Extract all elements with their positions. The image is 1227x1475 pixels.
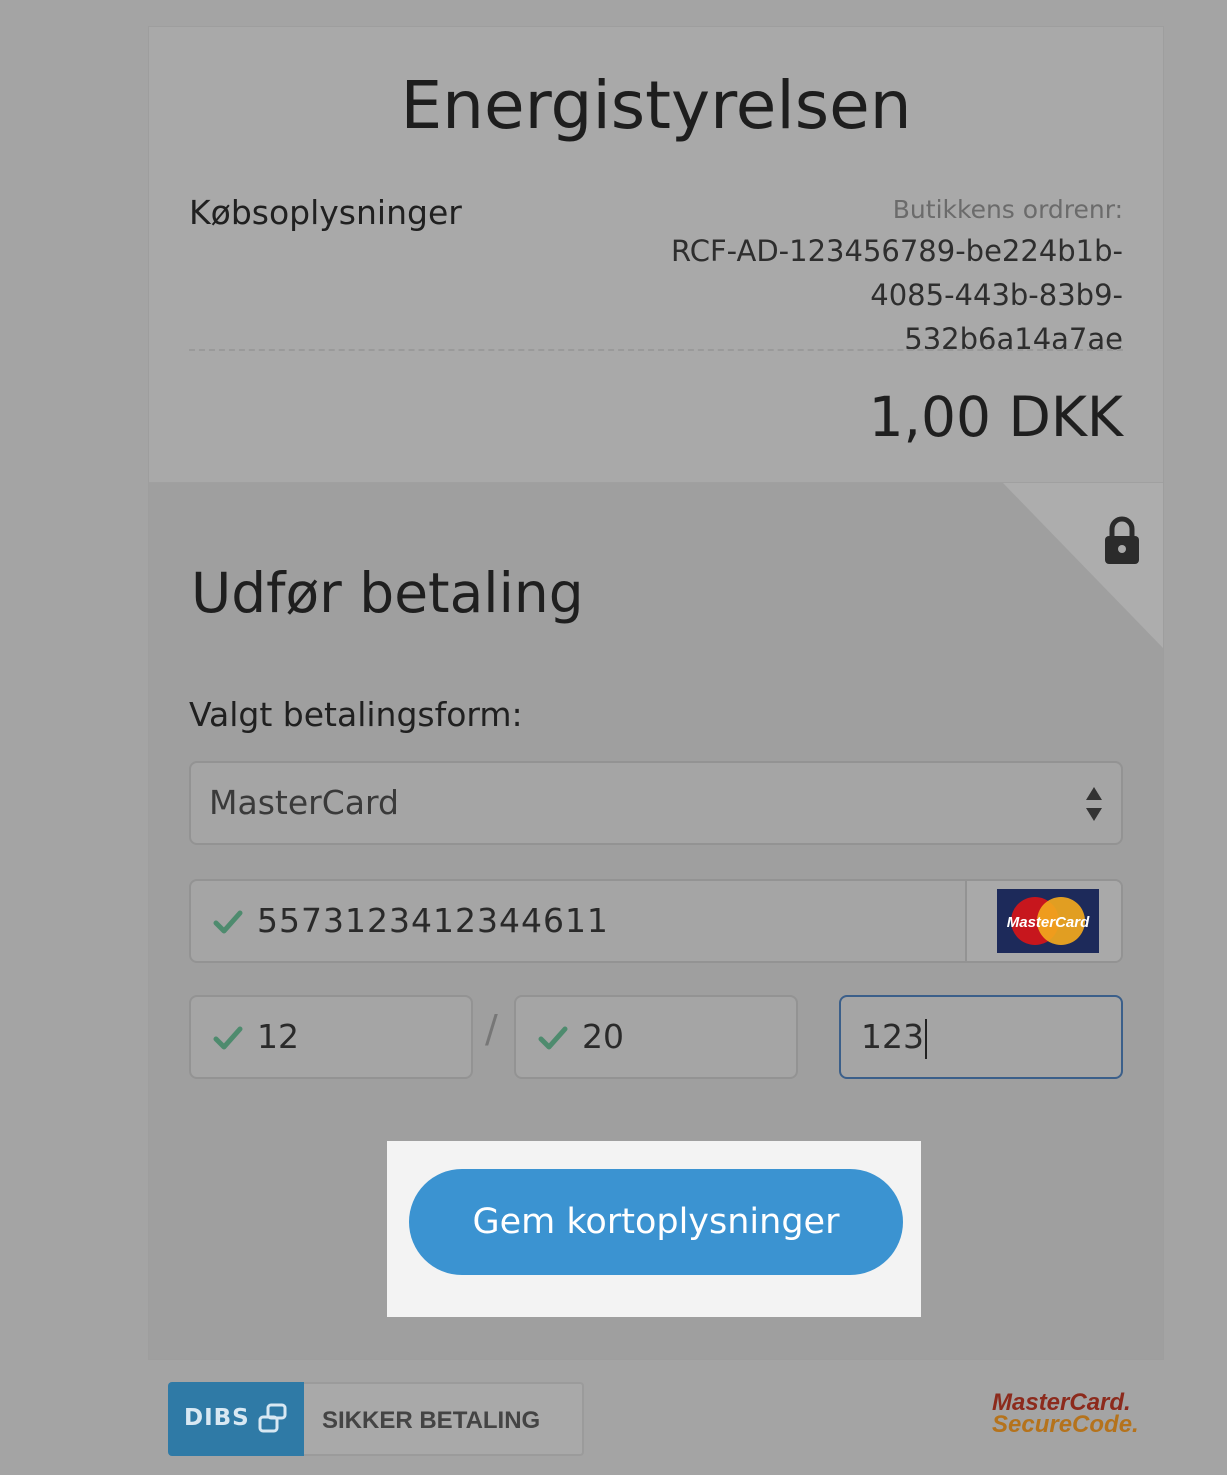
order-summary: Energistyrelsen Købsoplysninger Butikken… <box>149 27 1163 483</box>
mastercard-securecode-logo: MasterCard. SecureCode. <box>992 1391 1139 1444</box>
payment-form: Udfør betaling Valgt betalingsform: Mast… <box>149 483 1163 1359</box>
order-amount: 1,00 DKK <box>868 385 1123 449</box>
order-number-line-2: 4085-443b-83b9-532b6a14a7ae <box>870 278 1123 356</box>
purchase-info-label: Købsoplysninger <box>189 193 462 232</box>
cvc-field[interactable]: 123 <box>839 995 1123 1079</box>
dibs-logo-text: DIBS <box>184 1405 250 1431</box>
order-number-line-1: RCF-AD-123456789-be224b1b- <box>671 234 1123 268</box>
lock-icon <box>1105 516 1139 564</box>
expiry-year-value: 20 <box>582 1017 624 1056</box>
section-title: Udfør betaling <box>191 561 584 625</box>
expiry-year-field[interactable]: 20 <box>514 995 798 1079</box>
divider <box>189 349 1123 351</box>
save-card-button[interactable]: Gem kortoplysninger <box>409 1169 903 1275</box>
check-icon <box>213 1026 243 1050</box>
payment-method-label: Valgt betalingsform: <box>189 695 523 734</box>
check-icon <box>538 1026 568 1050</box>
mastercard-logo: MasterCard <box>997 889 1099 953</box>
payment-method-select[interactable]: MasterCard <box>189 761 1123 845</box>
cvc-text: 123 <box>861 1017 924 1056</box>
secure-payment-label: SIKKER BETALING <box>304 1382 584 1456</box>
check-icon <box>213 910 243 934</box>
securecode-line-2: SecureCode. <box>992 1411 1139 1438</box>
order-number: RCF-AD-123456789-be224b1b- 4085-443b-83b… <box>663 229 1123 361</box>
expiry-month-field[interactable]: 12 <box>189 995 473 1079</box>
dibs-link-icon <box>258 1403 287 1433</box>
dibs-badge: DIBS SIKKER BETALING <box>168 1382 584 1456</box>
cvc-value: 123 <box>861 1017 927 1059</box>
expiry-separator: / <box>485 1007 498 1051</box>
dibs-logo: DIBS <box>168 1382 304 1456</box>
payment-method-value: MasterCard <box>209 783 399 822</box>
button-highlight: Gem kortoplysninger <box>387 1141 921 1317</box>
merchant-title: Energistyrelsen <box>400 67 912 144</box>
text-cursor <box>925 1018 927 1059</box>
card-logo-box: MasterCard <box>965 881 1121 961</box>
secure-corner <box>1003 483 1163 648</box>
expiry-month-value: 12 <box>257 1017 299 1056</box>
card-number-field[interactable]: 5573123412344611 MasterCard <box>189 879 1123 963</box>
order-number-label: Butikkens ordrenr: <box>892 195 1123 224</box>
sort-arrows-icon <box>1086 787 1102 821</box>
card-number-value: 5573123412344611 <box>257 901 609 940</box>
secure-payment-text: SIKKER BETALING <box>322 1407 541 1434</box>
mastercard-logo-text: MasterCard <box>1007 914 1090 931</box>
payment-panel: Energistyrelsen Købsoplysninger Butikken… <box>148 26 1164 1360</box>
